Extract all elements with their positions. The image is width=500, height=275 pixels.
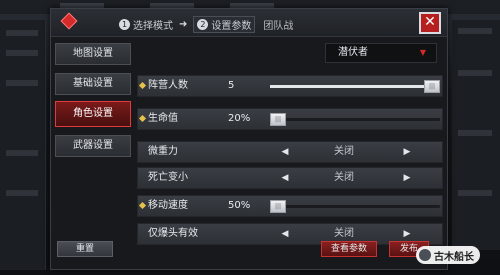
arrow-right-button[interactable]: ▶: [400, 171, 414, 185]
custom-room-dialog: 1 选择模式 ➜ 2 设置参数 团队战 ✕ 地图设置 基础设置 角色设置 武器设…: [50, 8, 448, 270]
slider-knob[interactable]: |||: [424, 80, 440, 93]
step-indicator: 1 选择模式 ➜ 2 设置参数 团队战: [119, 15, 294, 33]
setting-row-move-speed: 移动速度 50% |||: [137, 195, 443, 217]
view-params-button[interactable]: 查看参数: [321, 241, 377, 257]
role-select-dropdown[interactable]: 潜伏者 ▼: [325, 43, 437, 63]
step-set-params[interactable]: 2 设置参数: [193, 15, 256, 33]
setting-label: 生命值: [148, 113, 178, 124]
header-emblem-icon: [60, 12, 78, 30]
setting-value: 20%: [228, 113, 251, 124]
setting-value: 关闭: [334, 172, 354, 183]
team-size-slider[interactable]: |||: [270, 80, 440, 93]
setting-label: 死亡变小: [148, 172, 188, 183]
close-button[interactable]: ✕: [419, 12, 441, 34]
arrow-left-button[interactable]: ◀: [278, 145, 292, 159]
caret-down-icon: ▼: [419, 48, 426, 57]
step-select-mode[interactable]: 1 选择模式: [119, 17, 173, 32]
setting-label: 阵营人数: [148, 80, 188, 91]
tab-basic-settings[interactable]: 基础设置: [55, 73, 131, 95]
tab-map-settings[interactable]: 地图设置: [55, 43, 131, 65]
setting-row-team-size: 阵营人数 5 |||: [137, 75, 443, 97]
watermark: 古木船长: [416, 246, 480, 264]
slider-knob[interactable]: |||: [270, 113, 286, 126]
background-left-panel: [0, 20, 46, 270]
role-select-value: 潜伏者: [338, 47, 368, 58]
mode-name: 团队战: [263, 20, 294, 32]
arrow-left-button[interactable]: ◀: [278, 171, 292, 185]
setting-label: 微重力: [148, 146, 178, 157]
setting-value: 5: [228, 80, 235, 91]
background-right-panel: [452, 20, 500, 250]
move-speed-slider[interactable]: |||: [270, 200, 440, 213]
setting-value: 50%: [228, 200, 251, 211]
highlight-bullet-icon: [138, 114, 147, 123]
step-label: 设置参数: [211, 20, 252, 32]
watermark-text: 古木船长: [434, 251, 474, 263]
reset-button[interactable]: 重置: [57, 241, 113, 257]
dialog-header: 1 选择模式 ➜ 2 设置参数 团队战 ✕: [51, 9, 447, 37]
health-slider[interactable]: |||: [270, 113, 440, 126]
arrow-right-button[interactable]: ▶: [400, 145, 414, 159]
tab-character-settings[interactable]: 角色设置: [55, 101, 131, 127]
arrow-right-button[interactable]: ▶: [400, 227, 414, 241]
setting-label: 移动速度: [148, 200, 188, 211]
arrow-left-button[interactable]: ◀: [278, 227, 292, 241]
tab-weapon-settings[interactable]: 武器设置: [55, 135, 131, 157]
arrow-right-icon: ➜: [179, 18, 188, 30]
highlight-bullet-icon: [138, 201, 147, 210]
setting-row-shrink-on-death: 死亡变小 ◀ 关闭 ▶: [137, 167, 443, 189]
step-label: 选择模式: [133, 20, 173, 32]
setting-label: 仅爆头有效: [148, 228, 198, 239]
wechat-logo-icon: [419, 249, 431, 261]
highlight-bullet-icon: [138, 81, 147, 90]
slider-knob[interactable]: |||: [270, 200, 286, 213]
setting-value: 关闭: [334, 146, 354, 157]
slider-fill: [270, 85, 432, 88]
setting-row-health: 生命值 20% |||: [137, 108, 443, 130]
setting-row-low-gravity: 微重力 ◀ 关闭 ▶: [137, 141, 443, 163]
